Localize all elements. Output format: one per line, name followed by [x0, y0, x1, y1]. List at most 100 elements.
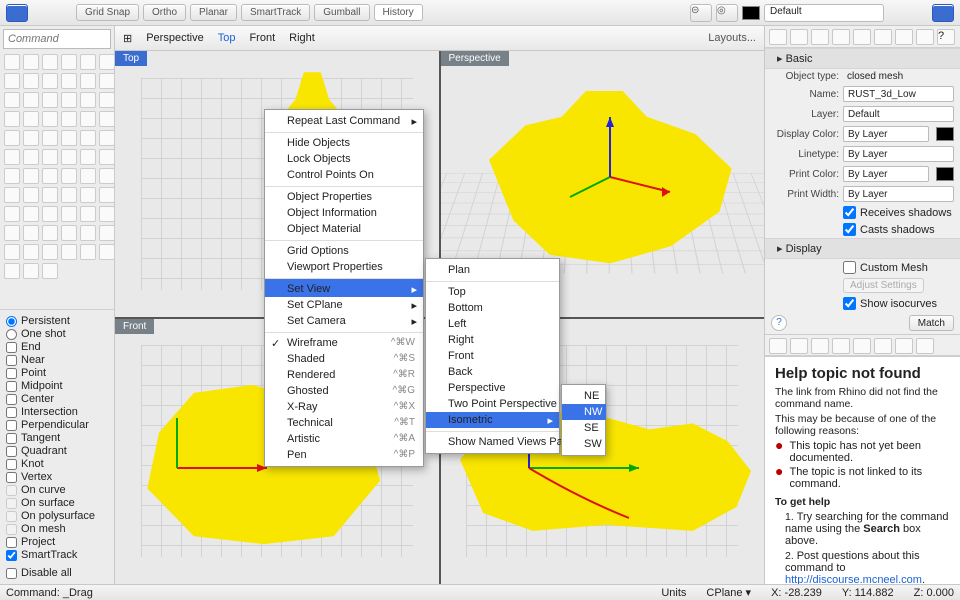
- helptab[interactable]: [916, 338, 934, 354]
- tool-button[interactable]: [23, 206, 39, 222]
- osnap-center[interactable]: Center: [6, 393, 108, 405]
- mi-namedviews[interactable]: Show Named Views Panel: [426, 431, 559, 450]
- tool-button[interactable]: [80, 73, 96, 89]
- layer-select[interactable]: Default: [843, 106, 954, 122]
- tool-button[interactable]: [80, 130, 96, 146]
- tool-button[interactable]: [4, 130, 20, 146]
- color-swatch[interactable]: [936, 127, 954, 141]
- tool-button[interactable]: [42, 149, 58, 165]
- tool-button[interactable]: [4, 225, 20, 241]
- proptab-help[interactable]: ?: [937, 29, 955, 45]
- panel-toggle[interactable]: [932, 4, 954, 22]
- tool-button[interactable]: [42, 206, 58, 222]
- osnap-knot[interactable]: Knot: [6, 458, 108, 470]
- show-isocurves-check[interactable]: Show isocurves: [765, 295, 960, 312]
- osnap-disableall[interactable]: Disable all: [6, 567, 108, 579]
- tool-button[interactable]: [99, 187, 115, 203]
- osnap-intersection[interactable]: Intersection: [6, 406, 108, 418]
- tab-perspective[interactable]: Perspective: [146, 32, 203, 44]
- helptab[interactable]: [874, 338, 892, 354]
- tool-button[interactable]: [42, 263, 58, 279]
- proptab[interactable]: [874, 29, 892, 45]
- command-input[interactable]: [3, 29, 111, 49]
- tool-button[interactable]: [80, 168, 96, 184]
- color-swatch[interactable]: [742, 6, 760, 20]
- record-icon[interactable]: ◎: [716, 4, 738, 22]
- mi-hide[interactable]: Hide Objects: [265, 132, 423, 151]
- tool-button[interactable]: [99, 54, 115, 70]
- tool-button[interactable]: [61, 244, 77, 260]
- mi-objinfo[interactable]: Object Information: [265, 205, 423, 221]
- osnap-quadrant[interactable]: Quadrant: [6, 445, 108, 457]
- mi-repeat[interactable]: Repeat Last Command▸: [265, 113, 423, 129]
- osnap-oneshot[interactable]: One shot: [6, 328, 108, 340]
- tool-button[interactable]: [23, 54, 39, 70]
- app-icon[interactable]: [6, 4, 28, 22]
- tool-button[interactable]: [23, 92, 39, 108]
- mi-vpprops[interactable]: Viewport Properties: [265, 259, 423, 275]
- mi-rendered[interactable]: Rendered^⌘R: [265, 367, 423, 383]
- help-icon[interactable]: ?: [771, 315, 787, 331]
- mi-setcplane[interactable]: Set CPlane▸: [265, 297, 423, 313]
- mi-twopoint[interactable]: Two Point Perspective: [426, 396, 559, 412]
- tool-button[interactable]: [99, 206, 115, 222]
- tool-button[interactable]: [4, 92, 20, 108]
- tool-button[interactable]: [42, 244, 58, 260]
- tool-button[interactable]: [80, 206, 96, 222]
- tool-button[interactable]: [80, 92, 96, 108]
- tool-button[interactable]: [99, 244, 115, 260]
- mi-lock[interactable]: Lock Objects: [265, 151, 423, 167]
- tool-button[interactable]: [99, 111, 115, 127]
- proptab[interactable]: [832, 29, 850, 45]
- tool-button[interactable]: [61, 187, 77, 203]
- proptab[interactable]: [916, 29, 934, 45]
- layer-selector[interactable]: Default: [764, 4, 884, 22]
- mi-plan[interactable]: Plan: [426, 262, 559, 278]
- name-input[interactable]: RUST_3d_Low: [843, 86, 954, 102]
- gumball-toggle[interactable]: Gumball: [314, 4, 369, 21]
- mi-shaded[interactable]: Shaded^⌘S: [265, 351, 423, 367]
- tool-button[interactable]: [80, 111, 96, 127]
- tool-button[interactable]: [23, 263, 39, 279]
- tool-button[interactable]: [61, 168, 77, 184]
- grid-icon[interactable]: ⊞: [123, 32, 132, 45]
- tool-button[interactable]: [4, 111, 20, 127]
- tool-button[interactable]: [4, 263, 20, 279]
- mi-gridopt[interactable]: Grid Options: [265, 240, 423, 259]
- linetype-select[interactable]: By Layer: [843, 146, 954, 162]
- mi-top[interactable]: Top: [426, 281, 559, 300]
- tool-button[interactable]: [61, 92, 77, 108]
- planar-toggle[interactable]: Planar: [190, 4, 237, 21]
- proptab[interactable]: [769, 29, 787, 45]
- mi-right[interactable]: Right: [426, 332, 559, 348]
- status-units[interactable]: Units: [661, 587, 686, 599]
- mi-technical[interactable]: Technical^⌘T: [265, 415, 423, 431]
- mi-wireframe[interactable]: ✓Wireframe^⌘W: [265, 332, 423, 351]
- mi-nw[interactable]: NW: [562, 404, 606, 420]
- mi-ne[interactable]: NE: [562, 388, 606, 404]
- mi-objprops[interactable]: Object Properties: [265, 186, 423, 205]
- ortho-toggle[interactable]: Ortho: [143, 4, 186, 21]
- tool-button[interactable]: [80, 225, 96, 241]
- discourse-link[interactable]: http://discourse.mcneel.com: [785, 574, 922, 584]
- tool-button[interactable]: [61, 149, 77, 165]
- printcolor-select[interactable]: By Layer: [843, 166, 929, 182]
- osnap-persistent[interactable]: Persistent: [6, 315, 108, 327]
- history-toggle[interactable]: History: [374, 4, 423, 21]
- tool-button[interactable]: [4, 244, 20, 260]
- mi-xray[interactable]: X-Ray^⌘X: [265, 399, 423, 415]
- color-swatch[interactable]: [936, 167, 954, 181]
- tool-button[interactable]: [61, 73, 77, 89]
- tool-button[interactable]: [80, 244, 96, 260]
- osnap-perpendicular[interactable]: Perpendicular: [6, 419, 108, 431]
- proptab[interactable]: [895, 29, 913, 45]
- tool-button[interactable]: [99, 168, 115, 184]
- smarttrack-toggle[interactable]: SmartTrack: [241, 4, 310, 21]
- tool-button[interactable]: [99, 73, 115, 89]
- status-cplane[interactable]: CPlane ▾: [706, 586, 751, 599]
- tool-button[interactable]: [4, 187, 20, 203]
- mi-setview[interactable]: Set View▸: [265, 278, 423, 297]
- mi-pen[interactable]: Pen^⌘P: [265, 447, 423, 463]
- proptab[interactable]: [811, 29, 829, 45]
- printwidth-select[interactable]: By Layer: [843, 186, 954, 202]
